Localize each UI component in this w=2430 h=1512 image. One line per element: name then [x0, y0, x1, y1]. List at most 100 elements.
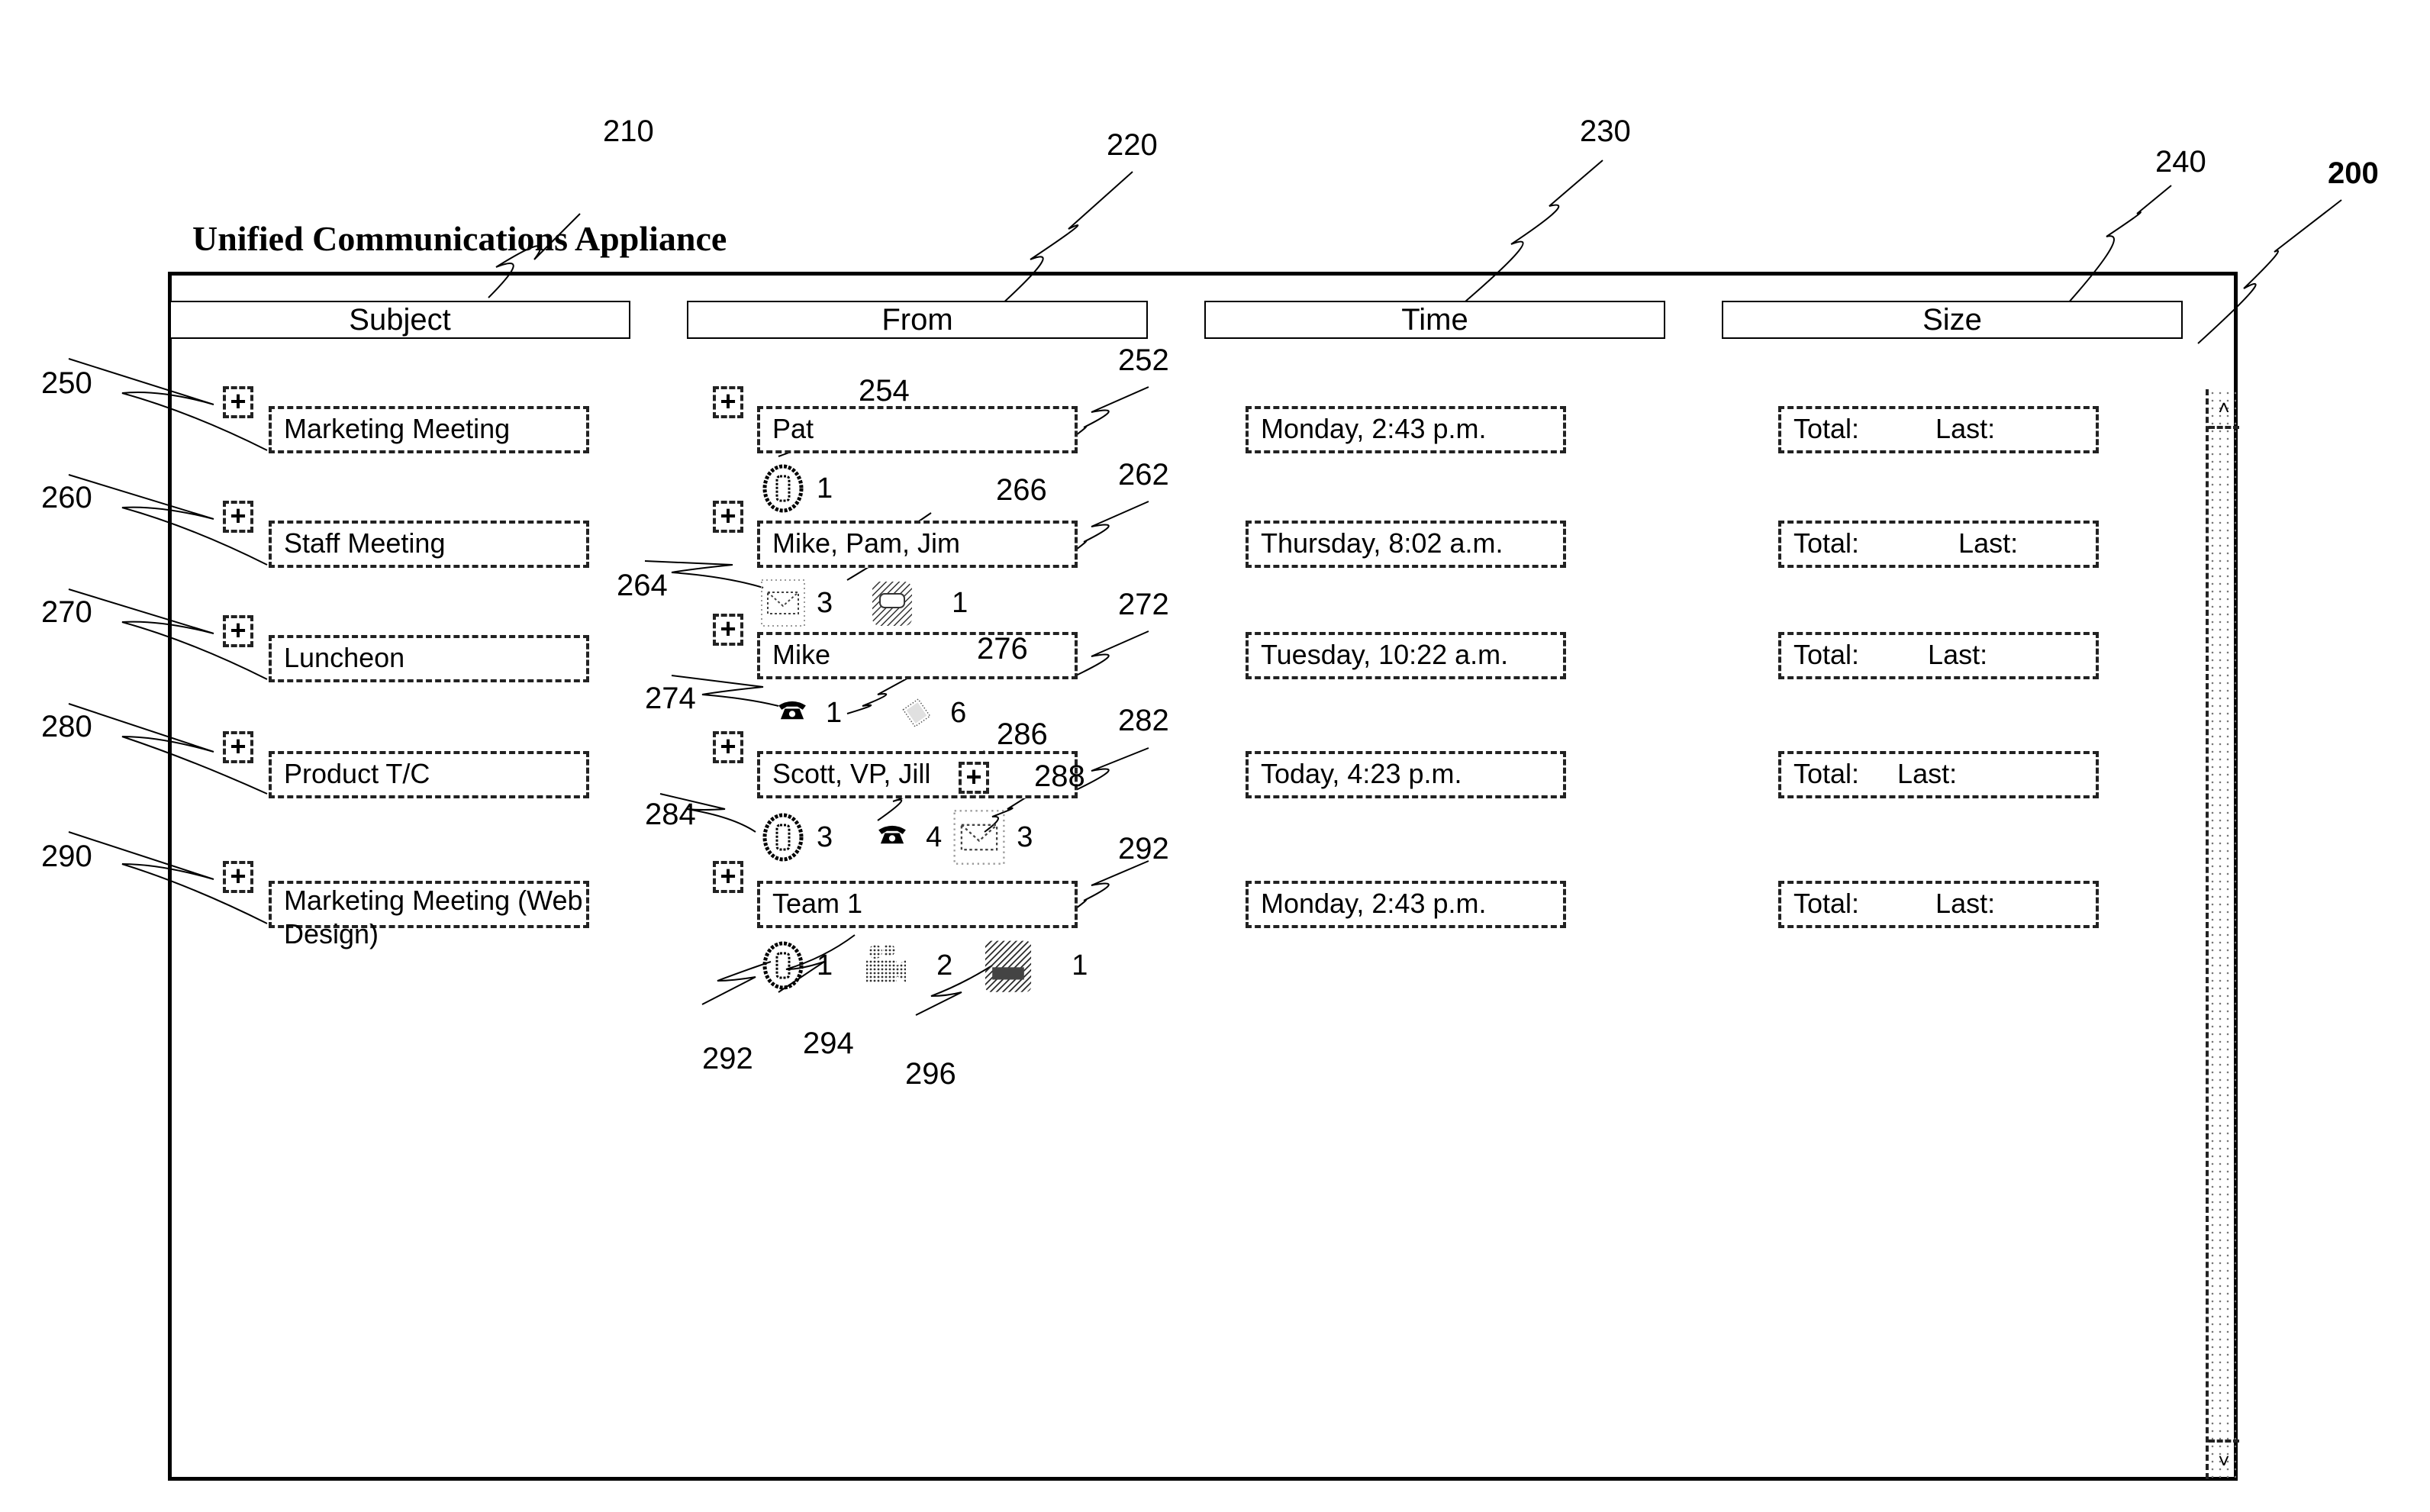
row-ref: 270 — [41, 595, 92, 629]
expand-from-button[interactable]: + — [713, 386, 743, 418]
channel-summary: 1 6 — [769, 695, 966, 731]
expand-ref: 286 — [997, 717, 1048, 751]
icon-ref: 264 — [617, 569, 668, 602]
size-last-label: Last: — [1935, 413, 1996, 444]
channel-count: 1 — [952, 587, 968, 619]
icon-ref: 284 — [645, 798, 696, 831]
time-field: Thursday, 8:02 a.m. — [1246, 521, 1566, 568]
channel-count: 3 — [1017, 821, 1033, 853]
icon-ref: 274 — [645, 682, 696, 715]
from-ref: 292 — [1118, 832, 1169, 866]
fax-document-icon[interactable] — [894, 695, 939, 731]
channel-summary: 1 — [760, 464, 833, 513]
vertical-scrollbar[interactable]: ˄ ˅ — [2206, 389, 2239, 1479]
cell-phone-icon[interactable] — [760, 813, 806, 862]
size-field: Total: Last: — [1778, 751, 2099, 798]
from-field[interactable]: Pat — [757, 406, 1078, 453]
row-ref: 260 — [41, 481, 92, 514]
expand-from-button[interactable]: + — [713, 501, 743, 533]
figure-ref-label: 200 — [2328, 156, 2379, 190]
from-ref: 252 — [1118, 343, 1169, 377]
column-header-from[interactable]: From — [687, 301, 1148, 339]
row-ref: 290 — [41, 840, 92, 873]
video-conference-icon[interactable] — [981, 937, 1035, 994]
row-ref: 280 — [41, 710, 92, 743]
from-field[interactable]: Mike — [757, 632, 1078, 679]
expand-from-button[interactable]: + — [713, 861, 743, 893]
icon-ref: 296 — [905, 1057, 956, 1091]
subject-field[interactable]: Marketing Meeting (Web Design) — [269, 881, 589, 949]
channel-count: 1 — [826, 697, 843, 729]
channel-count: 1 — [817, 472, 833, 505]
expand-from-button[interactable]: + — [713, 614, 743, 646]
icon-ref: 266 — [996, 473, 1047, 507]
from-field[interactable]: Scott, VP, Jill — [757, 751, 1078, 798]
column-ref-size: 240 — [2155, 145, 2206, 179]
icon-ref: 294 — [803, 1027, 854, 1060]
video-camera-icon[interactable] — [862, 941, 907, 990]
from-ref: 282 — [1118, 704, 1169, 737]
desk-phone-icon[interactable] — [869, 820, 915, 854]
column-ref-from: 220 — [1107, 128, 1158, 162]
channel-count: 6 — [950, 697, 967, 729]
instant-message-icon[interactable] — [869, 579, 915, 627]
desk-phone-icon[interactable] — [769, 696, 815, 730]
channel-count: 3 — [817, 821, 833, 853]
row-ref: 250 — [41, 366, 92, 400]
channel-summary: 3 4 3 — [760, 809, 1033, 866]
time-field: Monday, 2:43 p.m. — [1246, 881, 1566, 928]
channel-count: 2 — [936, 949, 953, 982]
scroll-up-button[interactable]: ˄ — [2209, 389, 2239, 429]
app-title: Unified Communications Appliance — [192, 219, 727, 258]
subject-field[interactable]: Staff Meeting — [269, 521, 589, 568]
from-ref: 262 — [1118, 458, 1169, 492]
size-field: Total: Last: — [1778, 406, 2099, 453]
size-field: Total: Last: — [1778, 632, 2099, 679]
size-total-label: Total: — [1793, 639, 1860, 670]
channel-count: 3 — [817, 587, 833, 619]
column-ref-subject: 210 — [603, 114, 654, 148]
icon-ref: 254 — [859, 374, 910, 408]
size-total-label: Total: — [1793, 527, 1860, 559]
icon-ref: 288 — [1034, 759, 1085, 793]
channel-count: 4 — [926, 821, 943, 853]
size-last-label: Last: — [1897, 758, 1958, 789]
expand-subject-button[interactable]: + — [223, 861, 253, 893]
size-total-label: Total: — [1793, 758, 1860, 789]
time-field: Tuesday, 10:22 a.m. — [1246, 632, 1566, 679]
size-field: Total: Last: — [1778, 521, 2099, 568]
column-header-time[interactable]: Time — [1204, 301, 1665, 339]
time-field: Today, 4:23 p.m. — [1246, 751, 1566, 798]
cell-phone-icon[interactable] — [760, 464, 806, 513]
size-last-label: Last: — [1928, 639, 1988, 670]
subject-field[interactable]: Marketing Meeting — [269, 406, 589, 453]
email-icon[interactable] — [760, 579, 806, 627]
size-last-label: Last: — [1958, 527, 2019, 559]
expand-from-button[interactable]: + — [713, 731, 743, 763]
channel-count: 1 — [1072, 949, 1088, 982]
time-field: Monday, 2:43 p.m. — [1246, 406, 1566, 453]
email-icon[interactable] — [952, 809, 1006, 866]
subject-field[interactable]: Product T/C — [269, 751, 589, 798]
icon-ref: 292 — [702, 1042, 753, 1075]
size-total-label: Total: — [1793, 888, 1860, 919]
from-field[interactable]: Mike, Pam, Jim — [757, 521, 1078, 568]
cell-phone-icon[interactable] — [760, 941, 806, 990]
from-field[interactable]: Team 1 — [757, 881, 1078, 928]
expand-subject-button[interactable]: + — [223, 386, 253, 418]
channel-summary: 1 2 1 — [760, 937, 1088, 994]
column-ref-time: 230 — [1580, 114, 1631, 148]
expand-subject-button[interactable]: + — [223, 615, 253, 647]
icon-ref: 276 — [977, 632, 1028, 666]
expand-subject-button[interactable]: + — [223, 731, 253, 763]
expand-participants-button[interactable]: + — [959, 762, 989, 794]
expand-subject-button[interactable]: + — [223, 501, 253, 533]
scroll-down-button[interactable]: ˅ — [2209, 1439, 2239, 1479]
column-header-size[interactable]: Size — [1722, 301, 2183, 339]
size-last-label: Last: — [1935, 888, 1996, 919]
column-header-subject[interactable]: Subject — [169, 301, 630, 339]
from-field-text: Scott, VP, Jill — [772, 758, 931, 789]
subject-field[interactable]: Luncheon — [269, 635, 589, 682]
channel-summary: 3 1 — [760, 579, 968, 627]
channel-count: 1 — [817, 949, 833, 982]
